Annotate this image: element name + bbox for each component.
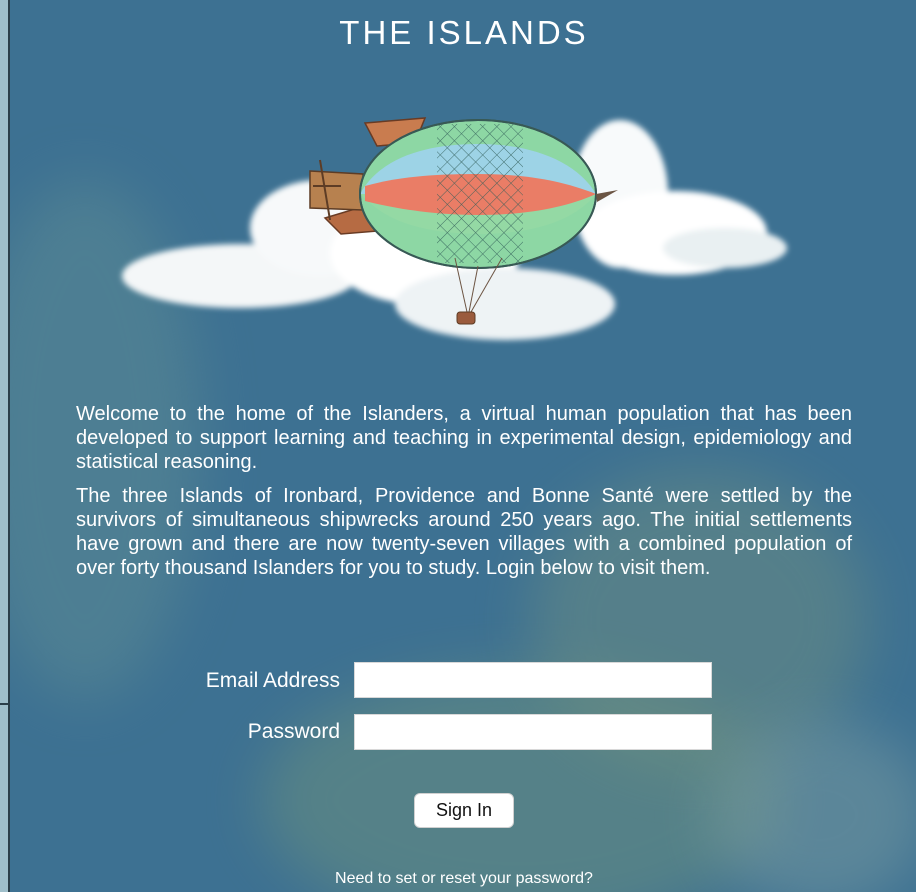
airship-cloud-illustration — [122, 117, 787, 340]
login-form: Email Address Password Sign In Need to s… — [10, 662, 916, 892]
email-field[interactable] — [354, 662, 712, 698]
sign-in-button[interactable]: Sign In — [414, 793, 514, 828]
islands-landing-panel: THE ISLANDS Welcome to the home of the I… — [8, 0, 916, 892]
intro-text: Welcome to the home of the Islanders, a … — [76, 402, 852, 590]
page-title: THE ISLANDS — [339, 14, 589, 51]
password-field[interactable] — [354, 714, 712, 750]
window-edge-line — [0, 703, 8, 705]
page: THE ISLANDS Welcome to the home of the I… — [0, 0, 916, 892]
intro-paragraph: Welcome to the home of the Islanders, a … — [76, 403, 852, 473]
intro-paragraph: The three Islands of Ironbard, Providenc… — [76, 485, 852, 579]
reset-password-link[interactable]: Need to set or reset your password? — [10, 870, 916, 888]
password-label: Password — [247, 720, 340, 743]
email-label: Email Address — [205, 669, 340, 692]
